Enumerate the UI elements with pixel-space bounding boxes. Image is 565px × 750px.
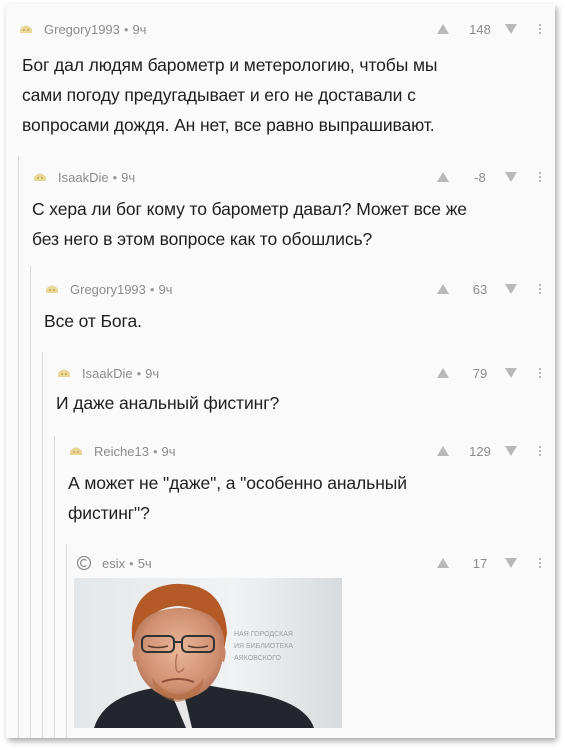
separator: • <box>149 281 155 297</box>
vote-controls: 148 <box>437 18 543 40</box>
separator: • <box>136 365 142 381</box>
comment-time: 9ч <box>145 365 160 381</box>
separator: • <box>129 555 134 571</box>
comment-score: 79 <box>472 365 488 381</box>
comment-time: 9ч <box>158 281 173 297</box>
sign-text: АЯКОВСКОГО <box>234 655 282 662</box>
comment-text: Бог дал людям барометр и метерологию, чт… <box>22 50 437 140</box>
more-options-icon[interactable] <box>537 284 543 294</box>
vote-controls: 129 <box>437 440 543 462</box>
comment-score: 129 <box>469 443 491 459</box>
sign-text: НАЯ ГОРОДСКАЯ <box>234 631 293 638</box>
comment-text-line: Все от Бога. <box>44 311 142 331</box>
comment: Gregory1993 • 9ч 63 Все от Бога. <box>6 266 555 352</box>
comment: IsaakDie • 9ч -8 С хера ли бог кому то б… <box>6 156 555 266</box>
comment-text-line: А может не "даже", а "особенно анальный <box>68 473 407 493</box>
comment-text-line: сами погоду предугадывает и его не доста… <box>22 85 416 105</box>
comment-author[interactable]: IsaakDie <box>82 366 133 381</box>
avatar-icon[interactable] <box>56 365 72 381</box>
comment: IsaakDie • 9ч 79 И даже анальный фистинг… <box>6 352 555 436</box>
vote-controls: 63 <box>437 278 543 300</box>
comment-author[interactable]: IsaakDie <box>58 170 109 185</box>
comment-text: И даже анальный фистинг? <box>56 388 279 418</box>
more-options-icon[interactable] <box>537 558 543 568</box>
avatar-icon[interactable] <box>44 281 60 297</box>
comment-author[interactable]: Gregory1993 <box>70 282 146 297</box>
comment-author[interactable]: esix <box>102 556 125 571</box>
comment-author[interactable]: Reiche13 <box>94 444 149 459</box>
downvote-arrow-icon[interactable] <box>505 446 517 456</box>
comment-text-line: Бог дал людям барометр и метерологию, чт… <box>22 55 438 75</box>
more-options-icon[interactable] <box>537 172 543 182</box>
comment-score: 17 <box>472 555 488 571</box>
portrait-photo: НАЯ ГОРОДСКАЯ ИЯ БИБЛИОТЕКА АЯКОВСКОГО <box>74 578 342 728</box>
avatar-icon[interactable] <box>76 555 92 571</box>
avatar-icon[interactable] <box>18 21 34 37</box>
comment-time: 9ч <box>161 443 176 459</box>
comment-text-line: без него в этом вопросе как то обошлись? <box>32 229 373 249</box>
upvote-arrow-icon[interactable] <box>437 446 449 456</box>
downvote-arrow-icon[interactable] <box>505 284 517 294</box>
comment: Gregory1993 • 9ч 148 Бог дал людям баром… <box>6 4 555 154</box>
downvote-arrow-icon[interactable] <box>505 172 517 182</box>
sign-text: ИЯ БИБЛИОТЕКА <box>234 643 293 650</box>
comment-image[interactable]: НАЯ ГОРОДСКАЯ ИЯ БИБЛИОТЕКА АЯКОВСКОГО <box>74 578 342 728</box>
comment-text-line: вопросами дождя. Ан нет, все равно выпра… <box>22 115 435 135</box>
vote-controls: -8 <box>437 166 543 188</box>
upvote-arrow-icon[interactable] <box>437 558 449 568</box>
comment-time: 9ч <box>121 169 136 185</box>
upvote-arrow-icon[interactable] <box>437 284 449 294</box>
more-options-icon[interactable] <box>537 368 543 378</box>
comment-text-line: И даже анальный фистинг? <box>56 393 280 413</box>
comment-score: 148 <box>469 21 491 37</box>
comment-time: 5ч <box>137 555 152 571</box>
comment-text: Все от Бога. <box>44 306 142 336</box>
more-options-icon[interactable] <box>537 446 543 456</box>
comment-score: -8 <box>474 169 486 185</box>
comment-text: А может не "даже", а "особенно анальный … <box>68 468 407 528</box>
comment-text-line: С хера ли бог кому то барометр давал? Мо… <box>32 199 467 219</box>
separator: • <box>112 169 118 185</box>
upvote-arrow-icon[interactable] <box>437 172 449 182</box>
comment-time: 9ч <box>132 21 147 37</box>
downvote-arrow-icon[interactable] <box>505 24 517 34</box>
vote-controls: 17 <box>437 552 543 574</box>
more-options-icon[interactable] <box>537 24 543 34</box>
downvote-arrow-icon[interactable] <box>505 558 517 568</box>
comments-panel: Gregory1993 • 9ч 148 Бог дал людям баром… <box>6 4 555 738</box>
downvote-arrow-icon[interactable] <box>505 368 517 378</box>
separator: • <box>123 21 129 37</box>
comment-text-line: фистинг"? <box>68 503 150 523</box>
comment-author[interactable]: Gregory1993 <box>44 22 120 37</box>
separator: • <box>152 443 158 459</box>
comment: Reiche13 • 9ч 129 А может не "даже", а "… <box>6 436 555 544</box>
avatar-icon[interactable] <box>32 169 48 185</box>
avatar-icon[interactable] <box>68 443 84 459</box>
upvote-arrow-icon[interactable] <box>437 24 449 34</box>
comment-score: 63 <box>472 281 488 297</box>
upvote-arrow-icon[interactable] <box>437 368 449 378</box>
comment-text: С хера ли бог кому то барометр давал? Мо… <box>32 194 467 254</box>
vote-controls: 79 <box>437 362 543 384</box>
